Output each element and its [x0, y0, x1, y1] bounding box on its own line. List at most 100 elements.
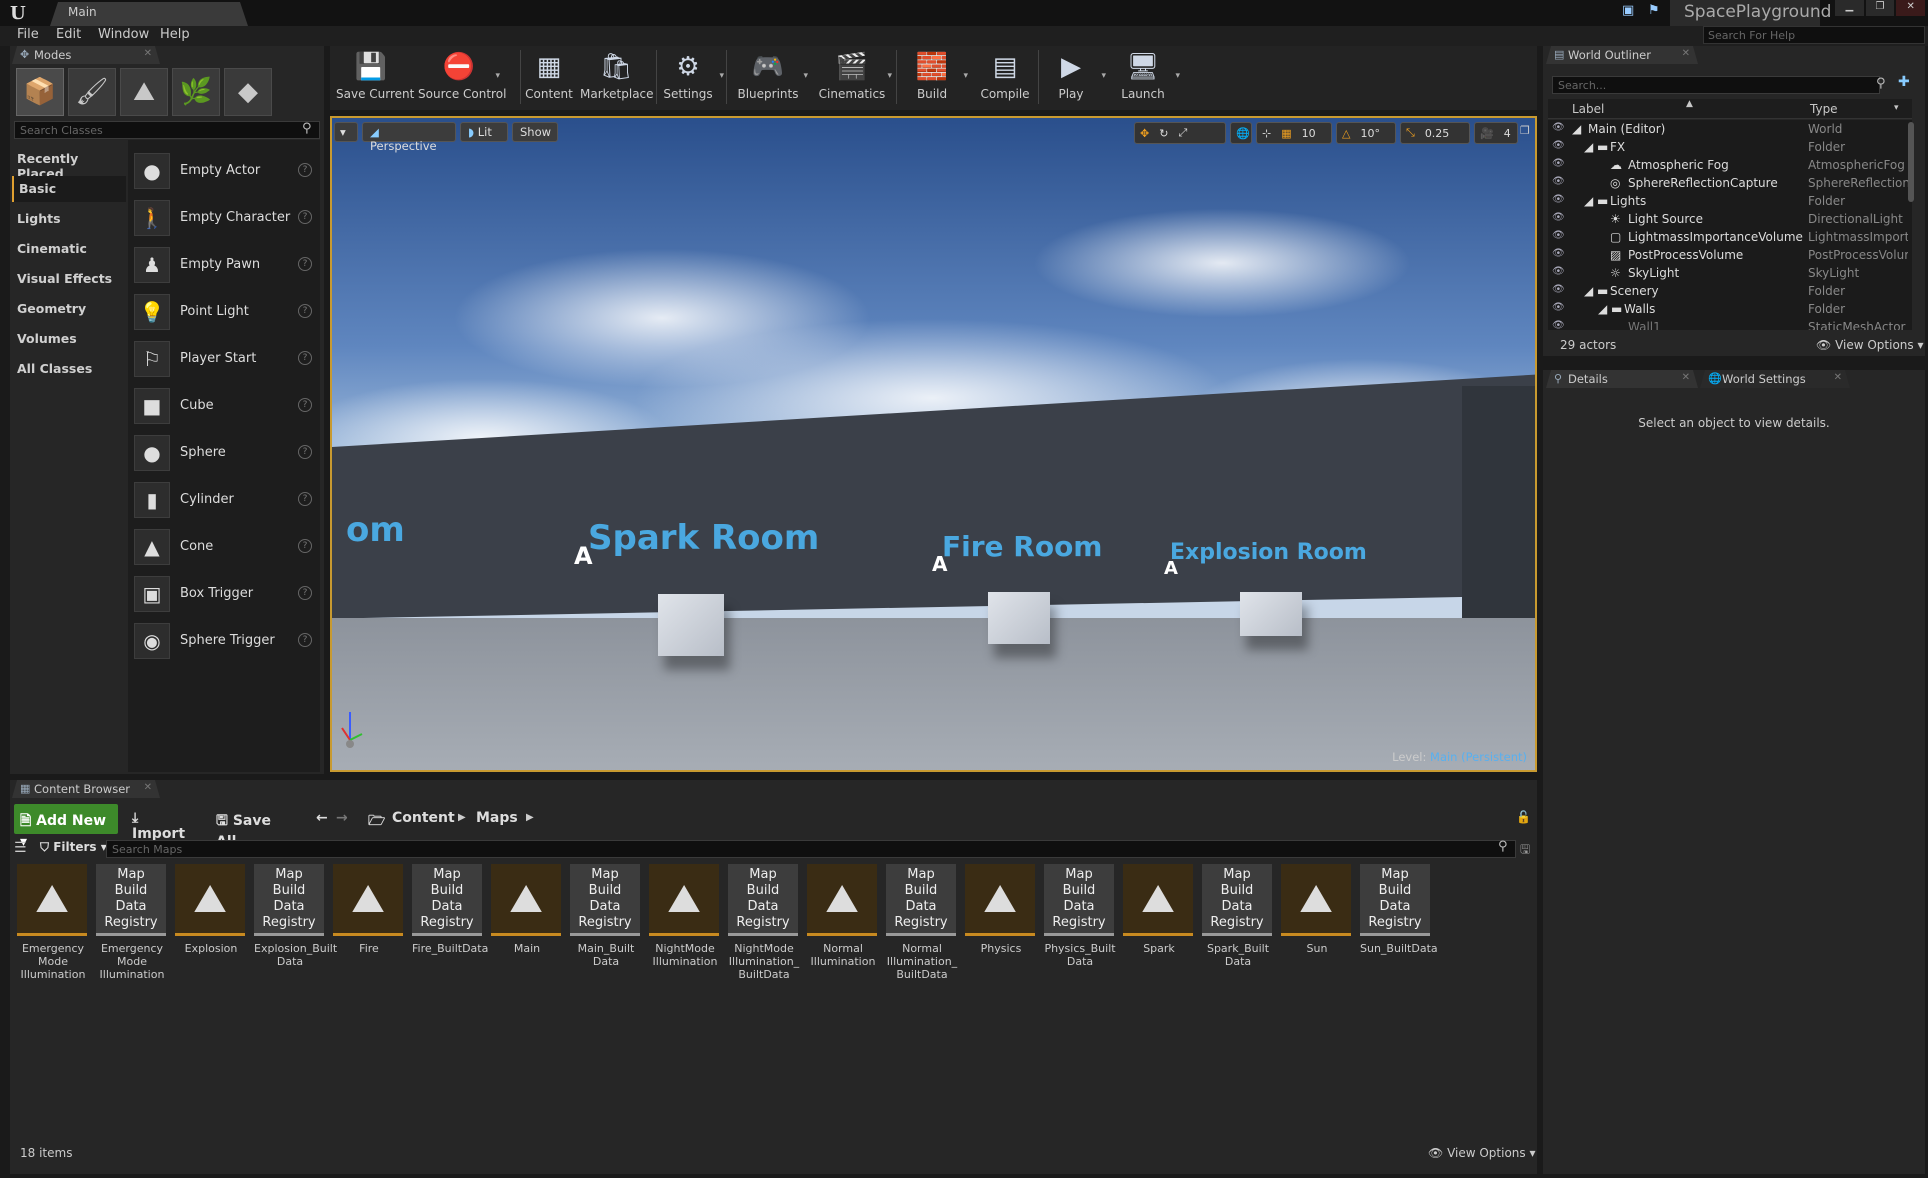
eye-icon[interactable]: 👁 — [1552, 266, 1565, 277]
table-row[interactable]: 👁 Wall1 StaticMeshActor — [1548, 318, 1912, 330]
asset-tile[interactable]: ⛰ Normal Illumination — [807, 864, 879, 994]
eye-icon[interactable]: 👁 — [1552, 248, 1565, 259]
back-icon[interactable]: ← — [310, 804, 332, 834]
actor-marker-icon[interactable]: A — [574, 542, 593, 570]
level-viewport[interactable]: om Spark Room Fire Room Explosion Room A… — [330, 116, 1537, 772]
eye-icon[interactable]: 👁 — [1552, 212, 1565, 223]
table-row[interactable]: 👁 ◢ ▬ Lights Folder — [1548, 192, 1912, 210]
save-search-icon[interactable]: 🖫 — [1520, 840, 1530, 861]
move-icon[interactable]: ✥ — [1135, 127, 1154, 140]
cube-actor[interactable] — [658, 594, 724, 656]
asset-tile[interactable]: ⛰ Sun — [1281, 864, 1353, 994]
eye-icon[interactable]: 👁 — [1552, 284, 1565, 295]
close-button[interactable]: ✕ — [1896, 0, 1926, 16]
search-classes-input[interactable]: Search Classes — [14, 121, 320, 139]
chevron-right-icon[interactable]: ▶ — [458, 812, 466, 823]
asset-tile[interactable]: ⛰ Spark — [1123, 864, 1195, 994]
filters-button[interactable]: ⛉ Filters ▾ — [40, 840, 107, 855]
eye-icon[interactable]: 👁 — [1552, 230, 1565, 241]
asset-tile[interactable]: Map Build Data Registry Normal Illuminati… — [886, 864, 958, 994]
table-row[interactable]: 👁 ◎ SphereReflectionCapture SphereReflectio… — [1548, 174, 1912, 192]
pin-icon[interactable]: ✚ — [1898, 74, 1910, 90]
help-icon[interactable]: ? — [298, 633, 312, 647]
sources-toggle-icon[interactable]: ☰ — [14, 840, 27, 856]
table-row[interactable]: 👁 ▢ LightmassImportanceVolume LightmassImpo… — [1548, 228, 1912, 246]
show-button[interactable]: Show — [512, 122, 558, 142]
save-all-button[interactable]: 🖫 Save All — [210, 804, 300, 850]
settings-button[interactable]: ⚙ Settings ▾ — [652, 47, 724, 107]
blueprints-button[interactable]: 🎮 Blueprints ▾ — [728, 47, 808, 107]
scale-snap[interactable]: ⤡ 0.25 — [1400, 122, 1470, 144]
asset-tile[interactable]: Map Build Data Registry Physics_Built Dat… — [1044, 864, 1116, 994]
unreal-logo-icon[interactable]: U — [10, 3, 32, 24]
asset-tile[interactable]: Map Build Data Registry Fire_BuiltData — [412, 864, 488, 994]
foliage-mode-icon[interactable]: 🌿 — [172, 68, 220, 116]
category-recently-placed[interactable]: Recently Placed — [12, 146, 126, 181]
help-icon[interactable]: ? — [298, 304, 312, 318]
tab-world-outliner[interactable]: ▤ World Outliner ✕ — [1546, 46, 1698, 64]
asset-tile[interactable]: Map Build Data Registry Main_Built Data — [570, 864, 642, 994]
tab-world-settings[interactable]: 🌐 World Settings ✕ — [1700, 370, 1850, 388]
paint-mode-icon[interactable]: 🖌 — [68, 68, 116, 116]
menu-edit[interactable]: Edit — [56, 27, 81, 42]
list-item[interactable]: ▣ Box Trigger? — [134, 572, 316, 616]
breadcrumb-content[interactable]: Content — [386, 804, 466, 834]
help-icon[interactable]: ? — [298, 445, 312, 459]
list-item[interactable]: ▮ Cylinder? — [134, 478, 316, 522]
world-local-toggle[interactable]: 🌐 — [1230, 122, 1252, 144]
table-row[interactable]: 👁 ◢ ▬ Walls Folder — [1548, 300, 1912, 318]
lit-button[interactable]: ◗ Lit — [460, 122, 508, 142]
asset-tile[interactable]: ⛰ Fire — [333, 864, 405, 994]
content-button[interactable]: ▦ Content — [514, 47, 584, 107]
transform-tools[interactable]: ✥ ↻ ⤢ — [1134, 122, 1226, 144]
landscape-mode-icon[interactable]: ⛰ — [120, 68, 168, 116]
tab-content-browser[interactable]: ▦ Content Browser ✕ — [12, 780, 160, 798]
table-row[interactable]: 👁 ☼ SkyLight SkyLight — [1548, 264, 1912, 282]
help-icon[interactable]: ? — [298, 210, 312, 224]
outliner-scrollbar[interactable] — [1908, 122, 1914, 202]
menu-file[interactable]: File — [17, 27, 39, 42]
asset-tile[interactable]: ⛰ Emergency Mode Illumination — [17, 864, 89, 994]
list-item[interactable]: ● Sphere? — [134, 431, 316, 475]
build-button[interactable]: 🧱 Build ▾ — [896, 47, 968, 107]
viewport-options-button[interactable]: ▾ — [334, 122, 358, 142]
asset-tile[interactable]: ⛰ Explosion — [175, 864, 247, 994]
eye-icon[interactable]: 👁 — [1552, 302, 1565, 313]
category-lights[interactable]: Lights — [12, 206, 126, 232]
cinematics-button[interactable]: 🎬 Cinematics ▾ — [812, 47, 892, 107]
table-row[interactable]: 👁 ◢ Main (Editor) World — [1548, 120, 1912, 138]
column-options-icon[interactable]: ▾ — [1894, 103, 1899, 113]
help-icon[interactable]: ? — [298, 398, 312, 412]
outliner-search-input[interactable]: Search... — [1552, 76, 1880, 94]
asset-tile[interactable]: ⛰ Main — [491, 864, 563, 994]
play-button[interactable]: ▶ Play ▾ — [1036, 47, 1106, 107]
help-icon[interactable]: ? — [298, 539, 312, 553]
asset-tile[interactable]: Map Build Data Registry Spark_Built Data — [1202, 864, 1274, 994]
rotate-icon[interactable]: ↻ — [1154, 127, 1173, 140]
flag-icon[interactable]: ⚑ — [1648, 3, 1664, 18]
column-label[interactable]: Label — [1572, 102, 1604, 116]
help-icon[interactable]: ? — [298, 492, 312, 506]
list-item[interactable]: ◉ Sphere Trigger? — [134, 619, 316, 663]
camera-speed[interactable]: 🎥 4 — [1474, 122, 1518, 144]
content-view-options[interactable]: 👁 View Options ▾ — [1428, 1146, 1536, 1160]
actor-marker-icon[interactable]: A — [1164, 558, 1178, 579]
outliner-view-options[interactable]: 👁 View Options ▾ — [1816, 338, 1924, 352]
category-cinematic[interactable]: Cinematic — [12, 236, 126, 262]
list-item[interactable]: ♟ Empty Pawn? — [134, 243, 316, 287]
place-mode-icon[interactable]: 📦 — [16, 68, 64, 116]
help-icon[interactable]: ? — [298, 257, 312, 271]
grid-snap[interactable]: ⊹ ▦ 10 — [1256, 122, 1332, 144]
table-row[interactable]: 👁 ◢ ▬ Scenery Folder — [1548, 282, 1912, 300]
menu-help[interactable]: Help — [160, 27, 190, 42]
table-row[interactable]: 👁 ▨ PostProcessVolume PostProcessVolur — [1548, 246, 1912, 264]
table-row[interactable]: 👁 ☀ Light Source DirectionalLight — [1548, 210, 1912, 228]
breadcrumb-maps[interactable]: Maps — [470, 804, 526, 834]
chat-icon[interactable]: ▣ — [1622, 3, 1638, 18]
list-item[interactable]: ● Empty Actor? — [134, 149, 316, 193]
help-icon[interactable]: ? — [298, 351, 312, 365]
table-row[interactable]: 👁 ☁ Atmospheric Fog AtmosphericFog — [1548, 156, 1912, 174]
import-button[interactable]: ⤓ Import — [126, 804, 202, 842]
rotation-snap[interactable]: △ 10° — [1336, 122, 1396, 144]
asset-tile[interactable]: Map Build Data Registry Sun_BuiltData — [1360, 864, 1438, 994]
